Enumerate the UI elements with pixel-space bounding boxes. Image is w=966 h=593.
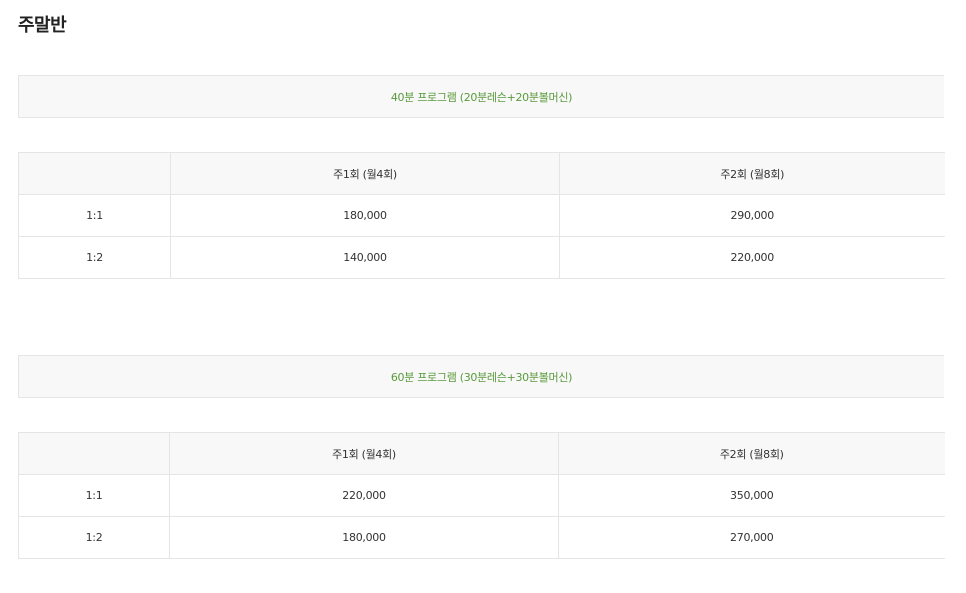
price-table-40: 주1회 (월4회) 주2회 (월8회) 1:1 180,000 290,000 … (18, 152, 945, 279)
column-header-weekly1: 주1회 (월4회) (169, 432, 559, 475)
table-header-row: 주1회 (월4회) 주2회 (월8회) (18, 152, 945, 195)
table-row: 1:2 140,000 220,000 (18, 236, 945, 279)
column-header-empty (18, 152, 171, 195)
row-type: 1:1 (18, 194, 171, 237)
price-weekly1: 220,000 (169, 474, 559, 517)
price-weekly1: 140,000 (170, 236, 560, 279)
program-section-40: 40분 프로그램 (20분레슨+20분볼머신) (18, 75, 944, 118)
program-title-40: 40분 프로그램 (20분레슨+20분볼머신) (18, 75, 944, 118)
price-weekly1: 180,000 (169, 516, 559, 559)
table-header-row: 주1회 (월4회) 주2회 (월8회) (18, 432, 945, 475)
table-row: 1:1 180,000 290,000 (18, 194, 945, 237)
page-title: 주말반 (18, 15, 67, 36)
price-weekly1: 180,000 (170, 194, 560, 237)
table-row: 1:1 220,000 350,000 (18, 474, 945, 517)
price-weekly2: 270,000 (558, 516, 945, 559)
price-weekly2: 220,000 (559, 236, 945, 279)
column-header-weekly2: 주2회 (월8회) (559, 152, 945, 195)
price-weekly2: 350,000 (558, 474, 945, 517)
price-weekly2: 290,000 (559, 194, 945, 237)
column-header-weekly2: 주2회 (월8회) (558, 432, 945, 475)
program-title-60: 60분 프로그램 (30분레슨+30분볼머신) (18, 355, 944, 398)
column-header-weekly1: 주1회 (월4회) (170, 152, 560, 195)
column-header-empty (18, 432, 170, 475)
table-row: 1:2 180,000 270,000 (18, 516, 945, 559)
program-section-60: 60분 프로그램 (30분레슨+30분볼머신) (18, 355, 944, 398)
price-table-60: 주1회 (월4회) 주2회 (월8회) 1:1 220,000 350,000 … (18, 432, 945, 559)
row-type: 1:1 (18, 474, 170, 517)
row-type: 1:2 (18, 516, 170, 559)
row-type: 1:2 (18, 236, 171, 279)
